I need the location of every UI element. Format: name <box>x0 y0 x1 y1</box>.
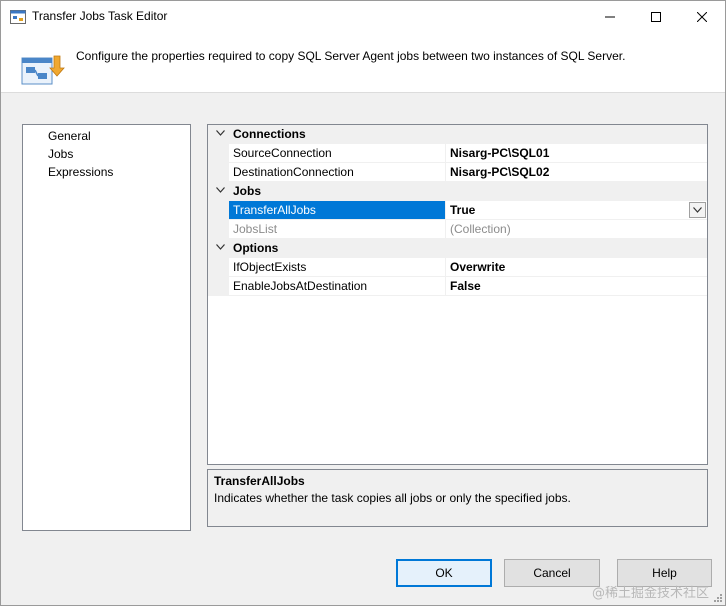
property-grid[interactable]: Connections SourceConnection Nisarg-PC\S… <box>207 124 708 465</box>
chevron-down-icon <box>693 207 702 213</box>
window-title: Transfer Jobs Task Editor <box>32 9 168 23</box>
category-label: Jobs <box>233 184 262 198</box>
property-row-enable-jobs-at-destination[interactable]: EnableJobsAtDestination False <box>208 277 707 296</box>
task-editor-window: Transfer Jobs Task Editor Configure the … <box>0 0 726 606</box>
category-options[interactable]: Options <box>208 239 707 258</box>
header-band: Configure the properties required to cop… <box>1 32 725 93</box>
property-value[interactable]: (Collection) <box>447 220 707 238</box>
property-row-transfer-all-jobs[interactable]: TransferAllJobs True <box>208 201 707 220</box>
close-icon <box>697 11 707 22</box>
collapse-icon[interactable] <box>214 184 226 198</box>
property-name[interactable]: IfObjectExists <box>229 258 446 276</box>
nav-item-jobs[interactable]: Jobs <box>48 146 73 162</box>
property-value[interactable]: Nisarg-PC\SQL01 <box>447 144 707 162</box>
row-gutter <box>208 258 229 276</box>
header-description: Configure the properties required to cop… <box>76 49 626 63</box>
category-connections[interactable]: Connections <box>208 125 707 144</box>
maximize-button[interactable] <box>633 1 679 32</box>
nav-item-general[interactable]: General <box>48 128 91 144</box>
value-dropdown-button[interactable] <box>689 202 706 218</box>
property-name[interactable]: JobsList <box>229 220 446 238</box>
maximize-icon <box>651 11 661 22</box>
description-text: Indicates whether the task copies all jo… <box>214 491 571 505</box>
property-value[interactable]: Overwrite <box>447 258 707 276</box>
property-value[interactable]: True <box>447 201 707 219</box>
property-name[interactable]: EnableJobsAtDestination <box>229 277 446 295</box>
row-gutter <box>208 163 229 181</box>
property-row-source-connection[interactable]: SourceConnection Nisarg-PC\SQL01 <box>208 144 707 163</box>
watermark-text: @稀土掘金技术社区 <box>591 586 709 601</box>
property-value[interactable]: False <box>447 277 707 295</box>
property-row-destination-connection[interactable]: DestinationConnection Nisarg-PC\SQL02 <box>208 163 707 182</box>
property-row-jobs-list[interactable]: JobsList (Collection) <box>208 220 707 239</box>
title-bar[interactable]: Transfer Jobs Task Editor <box>1 1 725 32</box>
close-button[interactable] <box>679 1 725 32</box>
cancel-button[interactable]: Cancel <box>504 559 600 587</box>
category-label: Options <box>233 241 279 255</box>
transfer-task-icon <box>10 10 26 24</box>
minimize-icon <box>605 16 615 17</box>
collapse-icon[interactable] <box>214 241 226 255</box>
row-gutter <box>208 220 229 238</box>
nav-item-expressions[interactable]: Expressions <box>48 164 113 180</box>
property-name[interactable]: SourceConnection <box>229 144 446 162</box>
minimize-button[interactable] <box>587 1 633 32</box>
ok-button[interactable]: OK <box>396 559 492 587</box>
category-label: Connections <box>233 127 306 141</box>
property-name[interactable]: TransferAllJobs <box>229 201 446 219</box>
row-gutter <box>208 144 229 162</box>
category-jobs[interactable]: Jobs <box>208 182 707 201</box>
transfer-jobs-icon <box>21 55 65 85</box>
property-row-if-object-exists[interactable]: IfObjectExists Overwrite <box>208 258 707 277</box>
property-value[interactable]: Nisarg-PC\SQL02 <box>447 163 707 181</box>
row-gutter <box>208 277 229 295</box>
description-title: TransferAllJobs <box>214 474 305 488</box>
collapse-icon[interactable] <box>214 127 226 141</box>
resize-grip-icon[interactable] <box>713 593 723 603</box>
row-gutter <box>208 201 229 219</box>
property-name[interactable]: DestinationConnection <box>229 163 446 181</box>
description-panel: TransferAllJobs Indicates whether the ta… <box>207 469 708 527</box>
nav-list[interactable]: General Jobs Expressions <box>22 124 191 531</box>
